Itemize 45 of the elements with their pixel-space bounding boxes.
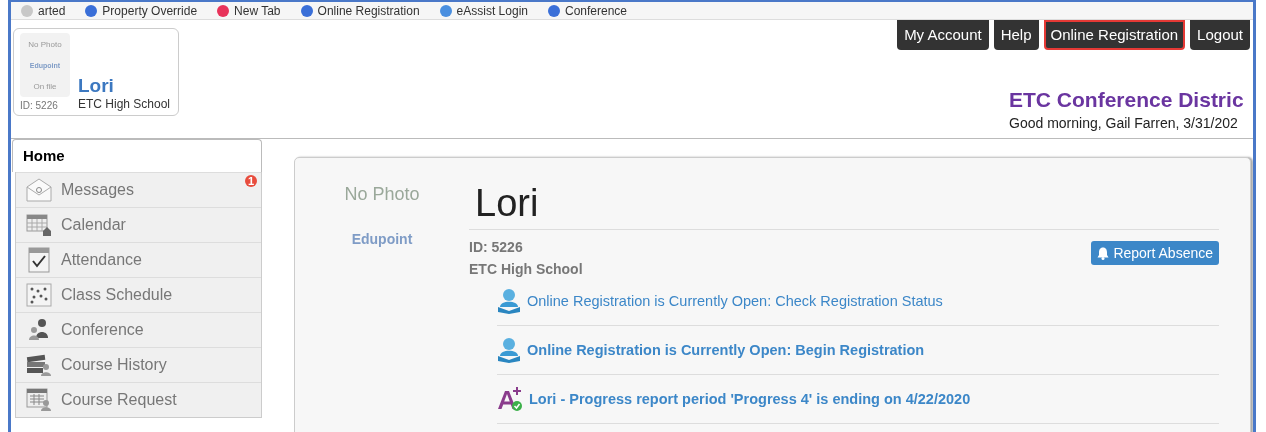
greeting-text: Good morning, Gail Farren, 3/31/202	[1009, 115, 1239, 131]
sidebar-item[interactable]: Class Schedule	[16, 277, 261, 312]
nav-button[interactable]: My Account	[897, 20, 989, 50]
bookmark-link[interactable]: Online Registration	[317, 3, 420, 18]
nav-button[interactable]: Help	[993, 20, 1039, 50]
notice-link[interactable]: Online Registration is Currently Open: Check Registration Status	[527, 293, 943, 309]
bookmark-link[interactable]: New Tab	[234, 3, 281, 18]
school-name: ETC High School	[469, 261, 583, 277]
on-file-text: On file	[33, 81, 57, 91]
district-title: ETC Conference Distric	[1009, 88, 1245, 112]
school-name: ETC High School	[78, 97, 172, 111]
notice-link[interactable]: Lori - Progress report period 'Progress 4' is ending on 4/22/2020	[529, 391, 971, 407]
nav-button[interactable]: Online Registration	[1043, 20, 1186, 50]
no-photo-text: No Photo	[28, 39, 62, 49]
student-name[interactable]: Lori	[78, 75, 172, 97]
sidebar-item[interactable]: Course History	[16, 347, 261, 382]
sidebar-item[interactable]: Conference	[16, 312, 261, 347]
report-absence-button[interactable]: Report Absence	[1091, 241, 1219, 265]
nav-button[interactable]: Logout	[1190, 20, 1250, 50]
grade-plus-check-icon	[498, 386, 522, 411]
student-id: ID: 5226	[469, 239, 524, 255]
student-id: ID: 5226	[20, 100, 59, 111]
books-icon	[26, 353, 52, 377]
sidebar-item[interactable]: Attendance	[16, 242, 261, 277]
no-photo-text: No Photo	[344, 184, 420, 205]
bookmark-link[interactable]: Conference	[565, 3, 628, 18]
sidebar-item[interactable]: Messages 1	[16, 172, 261, 207]
unread-count-badge: 1	[244, 175, 257, 187]
bookmark-link[interactable]: Property Override	[102, 3, 198, 18]
notice-link[interactable]: Online Registration is Currently Open: Begin Registration	[527, 342, 925, 358]
sidebar-item[interactable]: Course Request	[16, 382, 261, 417]
bookmark-link[interactable]: arted	[38, 3, 66, 18]
person-book-icon	[497, 288, 521, 314]
checklist-icon	[26, 247, 52, 273]
home-tab[interactable]: Home	[12, 139, 262, 172]
sidebar-item[interactable]: Calendar	[16, 207, 261, 242]
bell-icon	[1097, 246, 1110, 260]
student-name-heading: Lori	[469, 158, 1219, 230]
person-book-icon	[497, 337, 521, 363]
calendar-icon	[26, 213, 52, 237]
envelope-icon	[26, 178, 52, 202]
calendar-person-icon	[26, 388, 52, 412]
schedule-icon	[26, 283, 52, 307]
bookmark-link[interactable]: eAssist Login	[456, 3, 528, 18]
logo-text: Edupoint	[351, 231, 413, 247]
